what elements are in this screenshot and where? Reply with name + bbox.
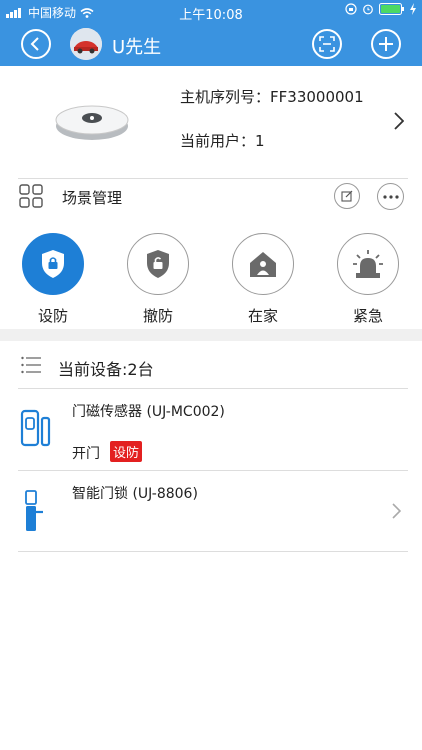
mode-disarm-button[interactable]: 撤防 (126, 233, 190, 326)
orientation-lock-icon (345, 3, 357, 15)
mode-arm-label: 设防 (37, 307, 68, 325)
home-person-icon (250, 252, 276, 277)
chevron-right-icon (392, 503, 401, 519)
add-button[interactable] (371, 29, 401, 59)
hub-device-image (55, 105, 129, 140)
mode-disarm-label: 撤防 (142, 307, 173, 325)
chevron-left-icon (30, 37, 39, 51)
edit-icon (341, 190, 353, 202)
user-label: 当前用户： (180, 132, 256, 150)
mode-home-button[interactable]: 在家 (231, 233, 295, 326)
scan-button[interactable] (312, 29, 342, 59)
serial-row: 主机序列号：FF33000001 (180, 86, 364, 107)
scan-icon (319, 36, 335, 52)
mode-disarm-ring (127, 233, 189, 295)
device-row-smart-lock[interactable]: 智能门锁 (UJ-8806) (0, 471, 422, 551)
hub-divider (18, 178, 408, 179)
alarm-icon (363, 4, 373, 15)
car-avatar-icon (70, 28, 102, 60)
edit-scene-button[interactable] (334, 183, 360, 209)
mode-arm-button[interactable]: 设防 (21, 233, 85, 326)
battery-icon (379, 3, 404, 15)
user-row: 当前用户：1 (180, 130, 265, 151)
device-row-door-sensor[interactable]: 门磁传感器 (UJ-MC002) 开门 设防 (0, 389, 422, 470)
status-bar: 中国移动 上午10:08 (0, 0, 422, 23)
scene-management-title: 场景管理 (62, 189, 123, 207)
status-right (345, 3, 416, 15)
device-count-title: 当前设备:2台 (58, 360, 154, 379)
more-dots-icon (382, 194, 399, 199)
smart-lock-name: 智能门锁 (UJ-8806) (72, 486, 198, 502)
hub-info-panel[interactable]: 主机序列号：FF33000001 当前用户：1 (0, 66, 422, 178)
door-sensor-icon (20, 409, 51, 447)
mode-emergency-button[interactable]: 紧急 (336, 233, 400, 326)
plus-icon (379, 37, 393, 51)
back-button[interactable] (21, 29, 51, 59)
door-sensor-name: 门磁传感器 (UJ-MC002) (72, 404, 225, 420)
mode-emergency-label: 紧急 (352, 307, 383, 325)
serial-value: FF33000001 (270, 88, 364, 106)
nav-bar: U先生 (0, 22, 422, 66)
user-value: 1 (255, 132, 265, 150)
mode-home-label: 在家 (247, 307, 278, 325)
avatar[interactable] (70, 28, 102, 60)
more-button[interactable] (377, 183, 404, 210)
chevron-right-icon (394, 112, 404, 130)
mode-arm-ring (22, 233, 84, 295)
siren-icon (353, 250, 383, 278)
mode-home-ring (232, 233, 294, 295)
door-sensor-armed-badge: 设防 (110, 441, 143, 462)
shield-lock-icon (42, 250, 64, 278)
device-list-bottom-divider (18, 551, 408, 552)
list-icon (21, 356, 41, 374)
serial-label: 主机序列号： (180, 88, 271, 106)
grid-icon (19, 184, 43, 208)
mode-emergency-ring (337, 233, 399, 295)
section-separator (0, 329, 422, 341)
shield-unlock-icon (147, 250, 169, 278)
charging-icon (410, 3, 416, 15)
smart-lock-icon (25, 490, 43, 531)
page-title: U先生 (112, 37, 162, 58)
door-sensor-status: 开门 (72, 446, 100, 462)
